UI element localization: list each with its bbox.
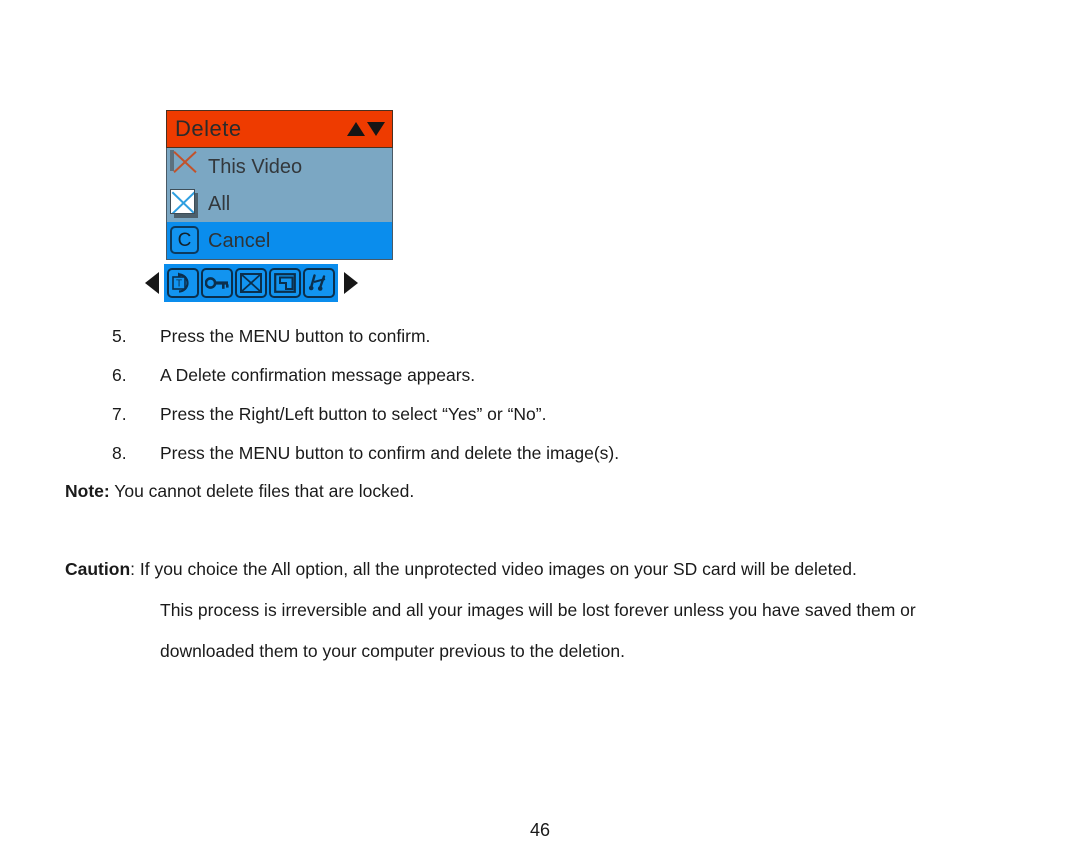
step-number: 7. — [112, 404, 127, 424]
step-number: 8. — [112, 443, 127, 463]
cancel-c-icon: C — [170, 226, 199, 255]
caution-label: Caution — [65, 559, 131, 579]
scroll-arrows-group — [347, 122, 385, 136]
delete-all-pages-x-icon — [170, 189, 199, 218]
triangle-up-icon[interactable] — [347, 122, 365, 136]
numbered-steps-list: 5. Press the MENU button to confirm. 6. … — [0, 326, 1080, 482]
triangle-left-icon[interactable] — [145, 272, 159, 294]
note-label: Note: — [65, 481, 110, 501]
menu-title-bar: Delete — [166, 110, 393, 148]
step-number: 6. — [112, 365, 127, 385]
page-number: 46 — [529, 820, 551, 840]
step-item: 8. Press the MENU button to confirm and … — [0, 443, 1080, 482]
step-item: 6. A Delete confirmation message appears… — [0, 365, 1080, 404]
step-text: Press the MENU button to confirm and del… — [160, 443, 620, 463]
note-paragraph: Note: You cannot delete files that are l… — [65, 481, 414, 502]
caution-paragraph: Caution: If you choice the All option, a… — [65, 559, 1065, 682]
menu-item-this-video[interactable]: This Video — [167, 148, 392, 185]
caution-first-text: : If you choice the All option, all the … — [130, 559, 857, 579]
menu-item-cancel[interactable]: C Cancel — [167, 222, 392, 259]
delete-menu-panel: Delete This Video All C Cancel — [166, 110, 393, 260]
step-text: Press the MENU button to confirm. — [160, 326, 431, 346]
mode-toolbar-row: T — [140, 264, 420, 302]
menu-item-all[interactable]: All — [167, 185, 392, 222]
protect-key-icon[interactable] — [201, 268, 233, 298]
resize-square-icon[interactable] — [269, 268, 301, 298]
delete-x-icon[interactable] — [235, 268, 267, 298]
menu-title-label: Delete — [175, 116, 242, 141]
camera-lcd-screenshot: Delete This Video All C Cancel T — [140, 110, 420, 306]
step-text: Press the Right/Left button to select “Y… — [160, 404, 547, 424]
mode-toolbar: T — [164, 264, 338, 302]
caution-continuation-line: downloaded them to your computer previou… — [160, 641, 626, 661]
menu-item-label: Cancel — [208, 229, 271, 252]
menu-item-label: All — [208, 192, 231, 215]
delete-single-x-icon — [170, 150, 199, 181]
caution-continuation-line: This process is irreversible and all you… — [160, 600, 916, 620]
menu-item-label: This Video — [208, 155, 303, 178]
effect-startup-icon[interactable] — [303, 268, 335, 298]
step-item: 5. Press the MENU button to confirm. — [0, 326, 1080, 365]
caution-first-line: Caution: If you choice the All option, a… — [65, 559, 1065, 580]
rotate-text-icon[interactable]: T — [167, 268, 199, 298]
triangle-down-icon[interactable] — [367, 122, 385, 136]
triangle-right-icon[interactable] — [344, 272, 358, 294]
step-item: 7. Press the Right/Left button to select… — [0, 404, 1080, 443]
note-text: You cannot delete files that are locked. — [109, 481, 415, 501]
menu-item-list: This Video All C Cancel — [166, 148, 393, 260]
step-number: 5. — [112, 326, 127, 346]
svg-text:T: T — [176, 279, 182, 290]
step-text: A Delete confirmation message appears. — [160, 365, 476, 385]
